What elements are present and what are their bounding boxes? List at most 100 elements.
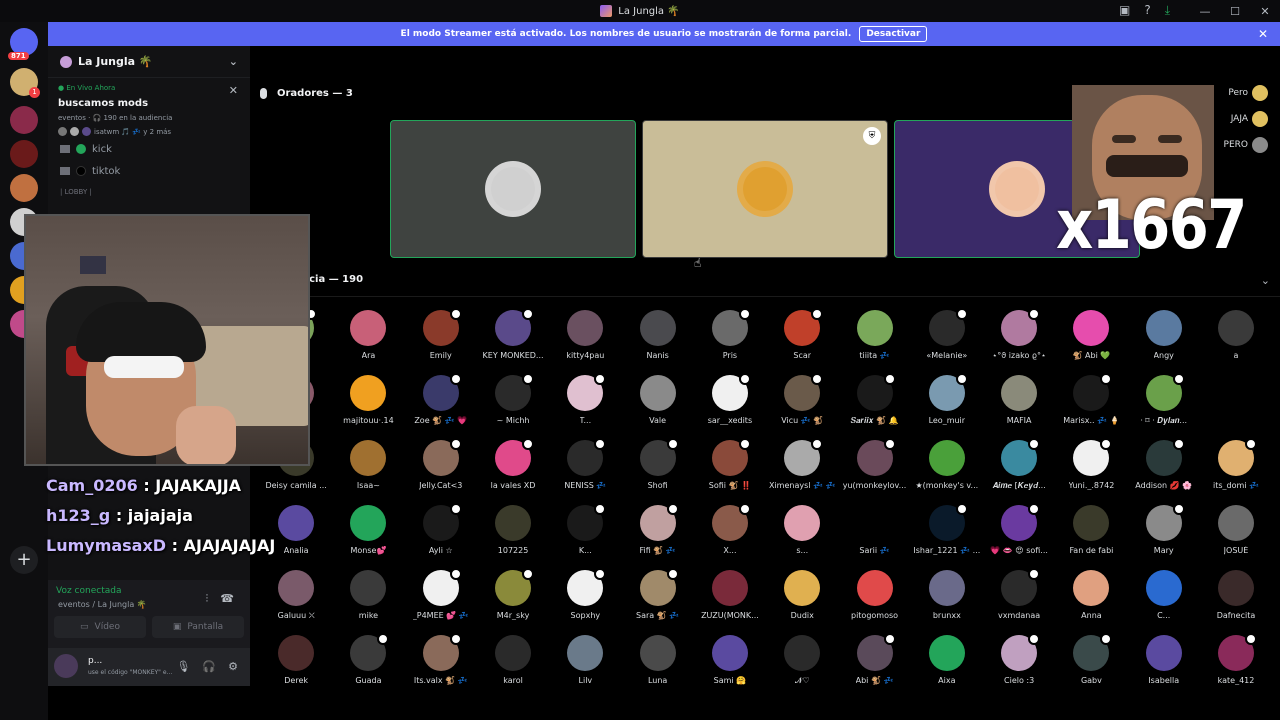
- audience-member[interactable]: Sofii 🐒 ‼️: [694, 438, 766, 505]
- audience-member[interactable]: K...: [549, 503, 621, 570]
- audience-member[interactable]: Sarii 💤: [838, 505, 910, 570]
- audience-member[interactable]: Ayli ☆: [405, 503, 477, 570]
- audience-member[interactable]: sar__xedits: [694, 373, 766, 440]
- audience-member[interactable]: Vicu 💤 🐒: [766, 373, 838, 440]
- audience-member[interactable]: majitouu·.14: [332, 375, 404, 440]
- audience-member[interactable]: ZUZU(MONK...: [694, 570, 766, 635]
- audience-member[interactable]: C...: [1128, 570, 1200, 635]
- speaker-tile[interactable]: [390, 120, 636, 258]
- audience-member[interactable]: Sopxhy: [549, 568, 621, 635]
- audience-member[interactable]: karol: [477, 635, 549, 700]
- minimize-button[interactable]: —: [1190, 5, 1220, 18]
- video-button[interactable]: ▭ Vídeo: [54, 616, 146, 638]
- audience-member[interactable]: Guada: [332, 633, 404, 700]
- audience-member[interactable]: vxmdanaa: [983, 568, 1055, 635]
- direct-messages-button[interactable]: 871: [8, 28, 38, 60]
- dm-avatar[interactable]: 1: [10, 68, 40, 98]
- headphones-icon[interactable]: 🎧: [202, 660, 216, 673]
- audience-member[interactable]: Addison 💋 🌸: [1128, 438, 1200, 505]
- audience-member[interactable]: Sara 🐒 💤: [621, 568, 693, 635]
- audience-member[interactable]: mike: [332, 570, 404, 635]
- audience-member[interactable]: JOSUÉ: [1200, 505, 1272, 570]
- audience-member[interactable]: NENISS 💤: [549, 438, 621, 505]
- screen-share-button[interactable]: ▣ Pantalla: [152, 616, 244, 638]
- rail-item[interactable]: Pero: [1208, 80, 1280, 106]
- audience-member[interactable]: kate_412: [1200, 633, 1272, 700]
- category-lobby[interactable]: | LOBBY |: [48, 188, 250, 196]
- noise-suppression-icon[interactable]: ⫶: [206, 592, 209, 606]
- audience-member[interactable]: Jelly.Cat<3: [405, 438, 477, 505]
- close-icon[interactable]: ✕: [1258, 27, 1268, 41]
- audience-member[interactable]: Isabella: [1128, 635, 1200, 700]
- audience-member[interactable]: 𝑨𝒊𝒎𝒆 [𝑲𝒆𝒚𝒅...: [983, 438, 1055, 505]
- audience-member[interactable]: yu(monkeylov...: [838, 438, 910, 505]
- deactivate-button[interactable]: Desactivar: [859, 26, 928, 42]
- audience-member[interactable]: 🐒 Abi 💚: [1055, 310, 1127, 375]
- audience-member[interactable]: 𝑺𝒂𝒓𝒊𝒊𝒙 🐒 🔔: [838, 373, 910, 440]
- audience-member[interactable]: Ara: [332, 310, 404, 375]
- audience-member[interactable]: Angy: [1128, 310, 1200, 375]
- audience-member[interactable]: 💗 👄 😍 sofi...: [983, 503, 1055, 570]
- audience-member[interactable]: tiiita 💤: [838, 310, 910, 375]
- audience-member[interactable]: ~ Michh: [477, 373, 549, 440]
- server-icon-1[interactable]: [10, 106, 38, 134]
- help-icon[interactable]: ?: [1144, 3, 1150, 18]
- audience-member[interactable]: Ishar_1221 💤 ...: [911, 503, 983, 570]
- audience-member[interactable]: Lilv: [549, 635, 621, 700]
- audience-member[interactable]: X...: [694, 503, 766, 570]
- maximize-button[interactable]: ☐: [1220, 5, 1250, 18]
- voice-status[interactable]: Voz conectada: [56, 586, 121, 596]
- audience-member[interactable]: pitogomoso: [838, 570, 910, 635]
- live-event-card[interactable]: ● En Vivo Ahora buscamos mods eventos · …: [48, 78, 250, 138]
- rail-item[interactable]: PERO: [1208, 132, 1280, 158]
- audience-member[interactable]: Derek: [260, 635, 332, 700]
- audience-member[interactable]: M4r_sky: [477, 568, 549, 635]
- audience-member[interactable]: Cielo :3: [983, 633, 1055, 700]
- audience-member[interactable]: · ⌑ · 𝑫𝒚𝒍𝒂𝒏...: [1128, 373, 1200, 440]
- audience-member[interactable]: 𝓝♡: [766, 635, 838, 700]
- audience-member[interactable]: Shofi: [621, 438, 693, 505]
- server-header[interactable]: La Jungla 🌴 ⌄: [48, 46, 250, 78]
- audience-member[interactable]: Galuuu ⛌: [260, 570, 332, 635]
- gear-icon[interactable]: ⚙: [228, 660, 238, 673]
- speaker-tile[interactable]: ⛨: [642, 120, 888, 258]
- close-window-button[interactable]: ✕: [1250, 5, 1280, 18]
- audience-member[interactable]: Emily: [405, 308, 477, 375]
- server-icon-3[interactable]: [10, 174, 38, 202]
- inbox-icon[interactable]: ▣: [1119, 3, 1130, 18]
- audience-member[interactable]: «Melanie»: [911, 308, 983, 375]
- audience-member[interactable]: 107225: [477, 505, 549, 570]
- audience-member[interactable]: la vales XD: [477, 438, 549, 505]
- audience-member[interactable]: Vale: [621, 375, 693, 440]
- audience-member[interactable]: kitty4pau: [549, 310, 621, 375]
- audience-member[interactable]: Gabv: [1055, 633, 1127, 700]
- download-icon[interactable]: ⤓: [1165, 3, 1170, 18]
- audience-member[interactable]: Luna: [621, 635, 693, 700]
- rail-item[interactable]: JAJA: [1208, 106, 1280, 132]
- audience-member[interactable]: _P4MEE 💕 💤: [405, 568, 477, 635]
- audience-member[interactable]: ⋆°ϑ izako ϱ°⋆: [983, 308, 1055, 375]
- audience-member[interactable]: a: [1200, 310, 1272, 375]
- server-icon-2[interactable]: [10, 140, 38, 168]
- audience-member[interactable]: its_domi 💤: [1200, 438, 1272, 505]
- audience-member[interactable]: Aixa: [911, 635, 983, 700]
- chevron-down-icon[interactable]: ⌄: [1261, 274, 1270, 287]
- audience-member[interactable]: T...: [549, 373, 621, 440]
- audience-member[interactable]: Dafnecita: [1200, 570, 1272, 635]
- audience-member[interactable]: [1200, 375, 1272, 440]
- audience-member[interactable]: s...: [766, 505, 838, 570]
- audience-member[interactable]: Leo_muir: [911, 373, 983, 440]
- audience-member[interactable]: Isaa~: [332, 440, 404, 505]
- audience-member[interactable]: Mary: [1128, 503, 1200, 570]
- audience-member[interactable]: Pris: [694, 308, 766, 375]
- audience-member[interactable]: MAFIA: [983, 375, 1055, 440]
- close-icon[interactable]: ✕: [229, 84, 238, 97]
- audience-member[interactable]: Yuni._.8742: [1055, 438, 1127, 505]
- audience-member[interactable]: Its.valx 🐒 💤: [405, 633, 477, 700]
- audience-member[interactable]: Marisx.. 💤 🍦: [1055, 373, 1127, 440]
- audience-member[interactable]: brunxx: [911, 570, 983, 635]
- audience-member[interactable]: Dudix: [766, 570, 838, 635]
- microphone-icon[interactable]: 🎙: [176, 660, 190, 673]
- audience-member[interactable]: Monse💕: [332, 505, 404, 570]
- audience-member[interactable]: KEY MONKED...: [477, 308, 549, 375]
